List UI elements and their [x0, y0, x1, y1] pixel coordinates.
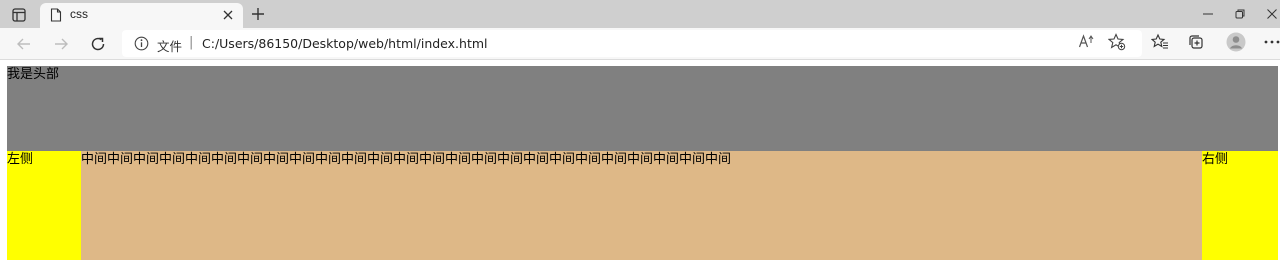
address-url[interactable]: C:/Users/86150/Desktop/web/html/index.ht… — [202, 36, 488, 51]
page-header-block: 我是头部 — [7, 66, 1278, 151]
tab-actions-icon — [12, 8, 26, 22]
profile-button[interactable] — [1226, 32, 1246, 52]
read-aloud-icon — [1078, 34, 1096, 50]
browser-toolbar: 文件 | C:/Users/86150/Desktop/web/html/ind… — [0, 28, 1280, 60]
address-separator: | — [189, 35, 194, 50]
tab-strip: css — [0, 0, 1280, 28]
center-column-text: 中间中间中间中间中间中间中间中间中间中间中间中间中间中间中间中间中间中间中间中间… — [81, 152, 732, 167]
back-button[interactable] — [13, 33, 35, 55]
new-tab-button[interactable] — [249, 5, 267, 23]
minimize-button[interactable] — [1198, 4, 1218, 24]
refresh-button[interactable] — [87, 33, 109, 55]
add-favorite-button[interactable] — [1107, 32, 1127, 52]
forward-icon — [53, 36, 69, 52]
left-column: 左侧 — [7, 151, 81, 260]
add-favorite-icon — [1108, 33, 1126, 51]
collections-icon — [1187, 33, 1205, 51]
restore-button[interactable] — [1230, 4, 1250, 24]
minimize-icon — [1203, 9, 1213, 19]
right-column: 右侧 — [1202, 151, 1278, 260]
collections-button[interactable] — [1186, 32, 1206, 52]
browser-tab[interactable]: css — [40, 3, 243, 28]
forward-button[interactable] — [50, 33, 72, 55]
favorites-icon — [1151, 33, 1169, 51]
restore-icon — [1235, 9, 1245, 19]
page-viewport: 我是头部 左侧 中间中间中间中间中间中间中间中间中间中间中间中间中间中间中间中间… — [0, 60, 1280, 260]
right-column-text: 右侧 — [1202, 152, 1229, 167]
back-icon — [16, 36, 32, 52]
info-icon[interactable] — [134, 36, 149, 51]
favorites-button[interactable] — [1150, 32, 1170, 52]
refresh-icon — [90, 36, 106, 52]
plus-icon — [251, 7, 265, 21]
close-tab-button[interactable] — [219, 6, 237, 24]
header-text: 我是头部 — [7, 67, 60, 82]
file-icon — [50, 8, 62, 22]
close-window-icon — [1267, 9, 1277, 19]
more-icon — [1264, 39, 1280, 45]
more-button[interactable] — [1262, 32, 1280, 52]
tab-title: css — [70, 7, 88, 21]
tab-actions-button[interactable] — [8, 5, 30, 25]
profile-icon — [1226, 32, 1246, 52]
close-window-button[interactable] — [1262, 4, 1280, 24]
close-icon — [223, 10, 233, 20]
left-column-text: 左侧 — [7, 152, 34, 167]
address-scheme-label: 文件 — [157, 39, 183, 54]
read-aloud-button[interactable] — [1077, 32, 1097, 52]
address-bar[interactable]: 文件 | C:/Users/86150/Desktop/web/html/ind… — [122, 30, 1142, 57]
center-column: 中间中间中间中间中间中间中间中间中间中间中间中间中间中间中间中间中间中间中间中间… — [81, 151, 1202, 260]
